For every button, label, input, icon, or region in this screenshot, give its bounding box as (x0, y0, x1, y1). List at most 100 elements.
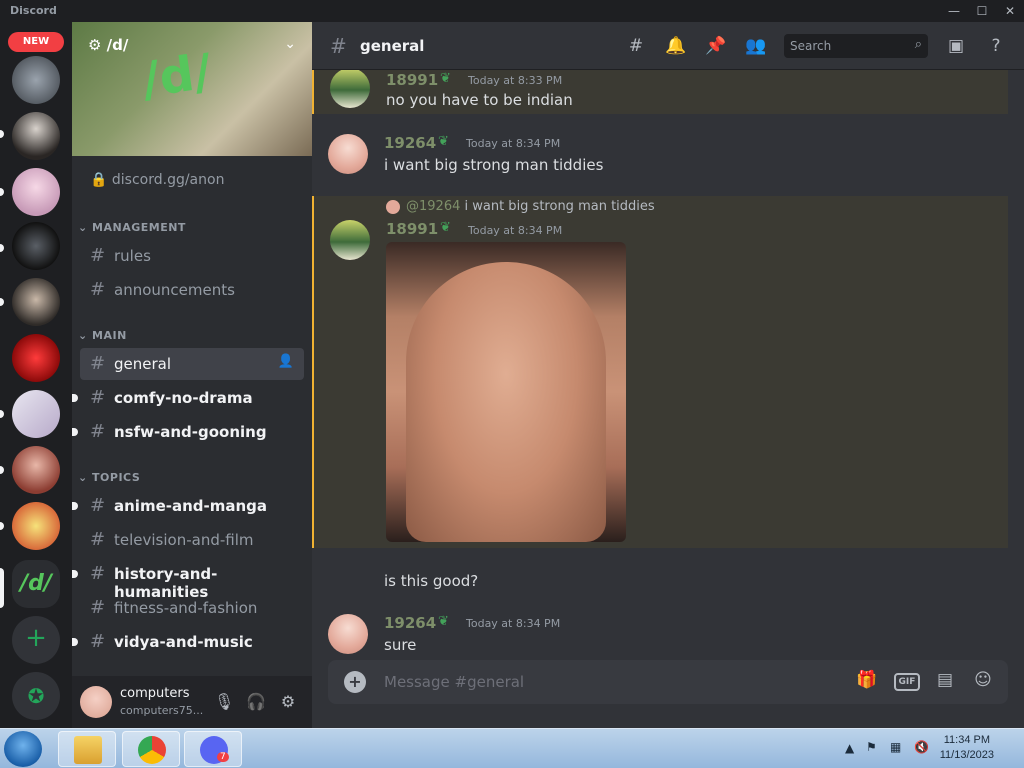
channel-announcements[interactable]: # announcements (80, 274, 304, 306)
server-icon-7[interactable] (12, 390, 60, 438)
members-icon[interactable]: 👥 (744, 36, 768, 58)
avatar[interactable] (328, 134, 368, 174)
author-name[interactable]: 18991 (386, 71, 438, 89)
gif-button[interactable]: GIF (894, 673, 920, 691)
category-main[interactable]: ⌄ MAIN (78, 329, 127, 342)
channel-rules[interactable]: # rules (80, 240, 304, 272)
server-icon-2[interactable] (12, 112, 60, 160)
explore-compass-icon[interactable]: ✪ (12, 672, 60, 720)
unread-dot (72, 638, 78, 646)
notification-count: 7 (217, 752, 229, 762)
add-server-icon[interactable]: + (12, 616, 60, 664)
user-avatar[interactable] (80, 686, 112, 718)
reply-preview[interactable]: @19264 i want big strong man tiddies (406, 199, 655, 214)
maximize-button[interactable]: ☐ (968, 0, 996, 22)
message-text: i want big strong man tiddies (384, 156, 604, 174)
system-clock[interactable]: 11:34 PM 11/13/2023 (940, 733, 994, 763)
hash-icon: # (90, 495, 106, 516)
taskbar-explorer[interactable] (58, 731, 116, 767)
server-banner[interactable]: ⚙ /d/ /d/ ⌄ (72, 22, 312, 156)
server-icon-d[interactable]: /d/ (12, 560, 60, 608)
headphones-icon[interactable]: 🎧 (246, 692, 266, 712)
minimize-button[interactable]: — (940, 0, 968, 22)
hash-icon: # (90, 631, 106, 652)
channel-sidebar: ⚙ /d/ /d/ ⌄ 🔒 discord.gg/anon ⌄ MANAGEME… (72, 22, 312, 728)
bell-icon[interactable]: 🔔 (664, 36, 688, 58)
unread-pill (0, 244, 4, 252)
server-icon-9[interactable] (12, 502, 60, 550)
invite-link[interactable]: 🔒 discord.gg/anon (90, 172, 224, 188)
avatar[interactable] (330, 220, 370, 260)
add-attachment-icon[interactable]: + (344, 671, 366, 693)
channel-television-and-film[interactable]: # television-and-film (80, 524, 304, 556)
pin-icon[interactable]: 📌 (704, 36, 728, 58)
image-attachment[interactable] (386, 242, 626, 542)
volume-muted-icon[interactable]: 🔇 (914, 740, 929, 754)
hash-icon: # (90, 563, 106, 584)
message[interactable]: @19264 i want big strong man tiddies 189… (312, 196, 1008, 548)
avatar[interactable] (328, 614, 368, 654)
taskbar-chrome[interactable] (122, 731, 180, 767)
author-name[interactable]: 18991 (386, 220, 438, 238)
active-pill (0, 568, 4, 608)
message-list: 18991 ❦ Today at 8:33 PM no you have to … (312, 70, 1024, 660)
microphone-icon[interactable]: 🎙 (214, 692, 234, 712)
network-icon[interactable]: ▦ (890, 740, 901, 754)
unread-pill (0, 298, 4, 306)
sticker-icon[interactable]: ▤ (932, 670, 958, 694)
search-input[interactable]: Search ⌕ (784, 34, 928, 58)
search-icon: ⌕ (914, 37, 922, 52)
action-center-icon[interactable]: ⚑ (866, 740, 877, 754)
hash-icon: # (90, 245, 106, 266)
author-name[interactable]: 19264 (384, 614, 436, 632)
inbox-icon[interactable]: ▣ (944, 36, 968, 58)
app-title: Discord (10, 4, 57, 17)
avatar[interactable] (330, 70, 370, 108)
unread-dot (72, 570, 78, 578)
channel-history-and-humanities[interactable]: # history-and-humanities (72, 558, 304, 601)
message[interactable]: 18991 ❦ Today at 8:33 PM no you have to … (312, 70, 1008, 114)
channel-comfy-no-drama[interactable]: # comfy-no-drama (72, 382, 304, 414)
close-button[interactable]: ✕ (996, 0, 1024, 22)
chrome-icon (138, 736, 166, 764)
show-hidden-icons[interactable]: ▲ (845, 741, 854, 755)
help-icon[interactable]: ? (984, 36, 1008, 58)
author-name[interactable]: 19264 (384, 134, 436, 152)
category-topics[interactable]: ⌄ TOPICS (78, 471, 140, 484)
server-icon-3[interactable] (12, 168, 60, 216)
channel-vidya-and-music[interactable]: # vidya-and-music (72, 626, 304, 658)
message[interactable]: 19264 ❦ Today at 8:34 PM i want big stro… (312, 132, 1008, 186)
chevron-down-icon[interactable]: ⌄ (284, 36, 296, 52)
server-icon-1[interactable] (12, 56, 60, 104)
channel-title: general (360, 37, 425, 55)
channel-fitness-and-fashion[interactable]: # fitness-and-fashion (80, 592, 304, 624)
server-icon-5[interactable] (12, 278, 60, 326)
timestamp: Today at 8:34 PM (466, 617, 561, 630)
settings-gear-icon[interactable]: ⚙ (278, 692, 298, 712)
emoji-icon[interactable]: ☺ (970, 670, 996, 694)
server-icon-6[interactable] (12, 334, 60, 382)
server-name[interactable]: ⚙ /d/ (88, 36, 128, 54)
leaf-badge-icon: ❦ (440, 71, 451, 86)
add-member-icon[interactable]: 👤 (278, 354, 294, 369)
new-badge[interactable]: NEW (8, 32, 64, 52)
channel-nsfw-and-gooning[interactable]: # nsfw-and-gooning (72, 416, 304, 448)
unread-pill (0, 130, 4, 138)
timestamp: Today at 8:34 PM (468, 224, 563, 237)
threads-icon[interactable]: # (624, 36, 648, 58)
unread-pill (0, 410, 4, 418)
taskbar-discord[interactable]: 7 (184, 731, 242, 767)
message[interactable]: 19264 ❦ Today at 8:34 PM sure (312, 600, 1008, 654)
message-input[interactable]: Message #general (384, 673, 524, 691)
channel-anime-and-manga[interactable]: # anime-and-manga (72, 490, 304, 522)
start-button[interactable] (4, 731, 42, 767)
message-composer[interactable]: + Message #general 🎁 GIF ▤ ☺ (328, 660, 1008, 704)
unread-dot (72, 502, 78, 510)
user-name[interactable]: computers (120, 686, 189, 701)
channel-general[interactable]: # general 👤 (80, 348, 304, 380)
server-icon-4[interactable] (12, 222, 60, 270)
server-icon-8[interactable] (12, 446, 60, 494)
gift-icon[interactable]: 🎁 (854, 670, 880, 694)
category-management[interactable]: ⌄ MANAGEMENT (78, 221, 186, 234)
window-titlebar: Discord — ☐ ✕ (0, 0, 1024, 22)
